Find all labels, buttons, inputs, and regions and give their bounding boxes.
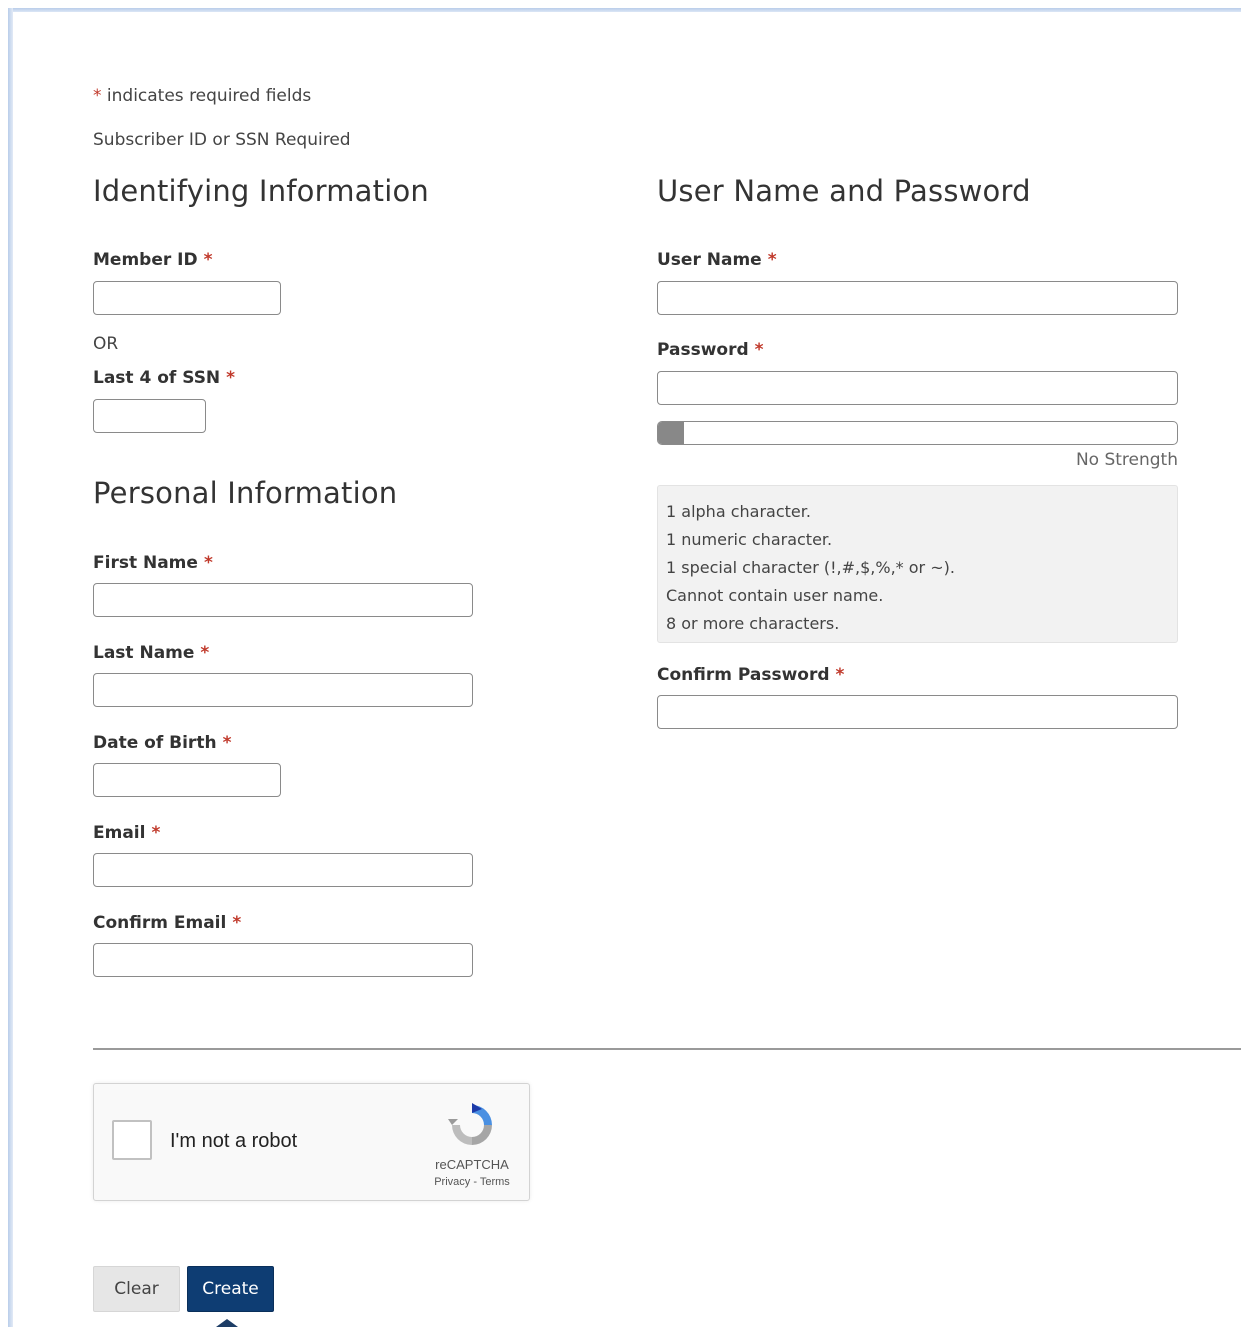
registration-page: * indicates required fields Subscriber I… bbox=[0, 0, 1241, 1327]
required-star: * bbox=[754, 340, 764, 360]
password-label: Password * bbox=[657, 340, 764, 360]
dob-label-text: Date of Birth bbox=[93, 733, 217, 753]
username-label: User Name * bbox=[657, 250, 777, 270]
password-input[interactable] bbox=[657, 371, 1178, 405]
username-input[interactable] bbox=[657, 281, 1178, 315]
create-button[interactable]: Create bbox=[187, 1266, 274, 1312]
password-strength-meter bbox=[657, 421, 1178, 445]
last-name-label-text: Last Name bbox=[93, 643, 195, 663]
password-rules: 1 alpha character. 1 numeric character. … bbox=[657, 485, 1178, 643]
required-star: * bbox=[226, 368, 236, 388]
required-star: * bbox=[203, 553, 213, 573]
required-star: * bbox=[222, 733, 232, 753]
required-star: * bbox=[232, 913, 242, 933]
frame-border-top bbox=[10, 8, 1241, 12]
first-name-label-text: First Name bbox=[93, 553, 198, 573]
required-star: * bbox=[835, 665, 845, 685]
ssn-label: Last 4 of SSN * bbox=[93, 368, 235, 388]
confirm-password-label: Confirm Password * bbox=[657, 665, 844, 685]
frame-border-left bbox=[8, 8, 13, 1327]
dob-input[interactable] bbox=[93, 763, 281, 797]
email-label: Email * bbox=[93, 823, 160, 843]
subscriber-note: Subscriber ID or SSN Required bbox=[93, 130, 351, 150]
member-id-input[interactable] bbox=[93, 281, 281, 315]
password-rule: 8 or more characters. bbox=[666, 614, 840, 633]
password-strength-fill bbox=[658, 422, 684, 444]
first-name-label: First Name * bbox=[93, 553, 213, 573]
member-id-label: Member ID * bbox=[93, 250, 213, 270]
credentials-title: User Name and Password bbox=[657, 174, 1031, 208]
required-star: * bbox=[767, 250, 777, 270]
password-label-text: Password bbox=[657, 340, 749, 360]
recaptcha-checkbox[interactable] bbox=[112, 1120, 152, 1160]
password-strength-text: No Strength bbox=[1075, 450, 1178, 470]
recaptcha-widget: I'm not a robot reCAPTCHA Privacy - Term… bbox=[93, 1083, 530, 1201]
confirm-email-input[interactable] bbox=[93, 943, 473, 977]
required-star: * bbox=[200, 643, 210, 663]
recaptcha-privacy-terms-links[interactable]: Privacy - Terms bbox=[422, 1176, 522, 1188]
recaptcha-label: I'm not a robot bbox=[170, 1130, 298, 1152]
username-label-text: User Name bbox=[657, 250, 762, 270]
confirm-email-label: Confirm Email * bbox=[93, 913, 241, 933]
required-fields-note: * indicates required fields bbox=[93, 86, 311, 106]
required-star: * bbox=[203, 250, 213, 270]
clear-button[interactable]: Clear bbox=[93, 1266, 180, 1312]
required-star: * bbox=[151, 823, 161, 843]
password-rule: 1 special character (!,#,$,%,* or ~). bbox=[666, 558, 955, 577]
identifying-info-title: Identifying Information bbox=[93, 174, 430, 208]
confirm-password-label-text: Confirm Password bbox=[657, 665, 830, 685]
member-id-label-text: Member ID bbox=[93, 250, 198, 270]
required-fields-text: indicates required fields bbox=[106, 86, 312, 106]
section-divider bbox=[93, 1048, 1241, 1050]
personal-info-title: Personal Information bbox=[93, 476, 398, 510]
last-name-label: Last Name * bbox=[93, 643, 209, 663]
required-star: * bbox=[93, 86, 102, 106]
mouse-cursor-icon bbox=[216, 1319, 238, 1327]
password-rule: 1 numeric character. bbox=[666, 530, 833, 549]
or-separator: OR bbox=[93, 334, 119, 354]
password-rule: 1 alpha character. bbox=[666, 502, 811, 521]
recaptcha-brand: reCAPTCHA bbox=[435, 1157, 509, 1172]
confirm-password-input[interactable] bbox=[657, 695, 1178, 729]
password-rule: Cannot contain user name. bbox=[666, 586, 884, 605]
ssn-label-text: Last 4 of SSN bbox=[93, 368, 221, 388]
last-name-input[interactable] bbox=[93, 673, 473, 707]
email-input[interactable] bbox=[93, 853, 473, 887]
ssn-last4-input[interactable] bbox=[93, 399, 206, 433]
dob-label: Date of Birth * bbox=[93, 733, 231, 753]
recaptcha-logo-icon bbox=[448, 1103, 492, 1145]
confirm-email-label-text: Confirm Email bbox=[93, 913, 227, 933]
first-name-input[interactable] bbox=[93, 583, 473, 617]
email-label-text: Email bbox=[93, 823, 146, 843]
